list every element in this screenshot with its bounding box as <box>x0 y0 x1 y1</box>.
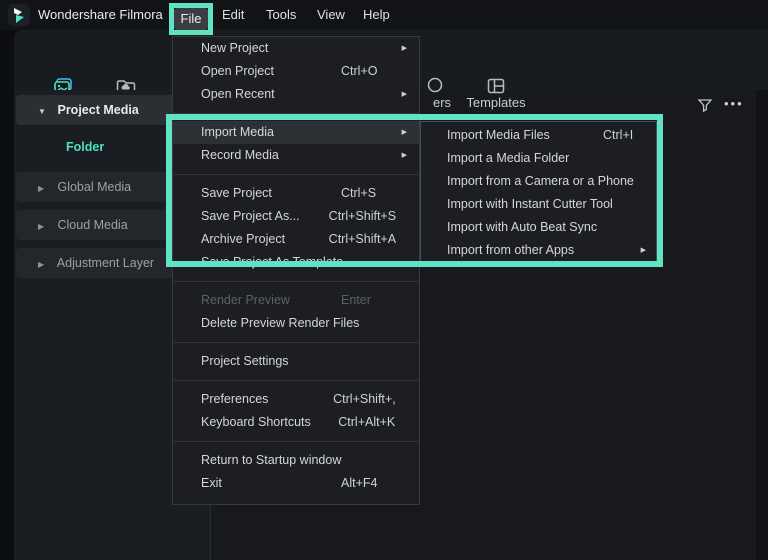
menu-item-render-preview: Render Preview Enter <box>173 289 419 312</box>
import-media-submenu: Import Media Files Ctrl+I Import a Media… <box>420 121 657 262</box>
menu-item-delete-preview-render-files[interactable]: Delete Preview Render Files <box>173 312 419 335</box>
submenu-item-import-with-instant-cutter-tool[interactable]: Import with Instant Cutter Tool <box>421 193 656 216</box>
menu-view[interactable]: View <box>317 0 345 30</box>
collapse-arrow-icon: ▼ <box>38 97 54 127</box>
menu-separator <box>173 335 419 350</box>
expand-arrow-icon: ▶ <box>38 212 54 242</box>
sidebar-label: Project Media <box>57 103 138 117</box>
menu-separator <box>173 274 419 289</box>
menu-item-preferences[interactable]: Preferences Ctrl+Shift+, <box>173 388 419 411</box>
menu-item-save-project-as[interactable]: Save Project As... Ctrl+Shift+S <box>173 205 419 228</box>
sidebar-item-folder[interactable]: Folder <box>66 139 104 155</box>
menu-edit[interactable]: Edit <box>222 0 244 30</box>
submenu-arrow-icon: ▶ <box>395 121 407 144</box>
filter-icon[interactable] <box>697 97 713 113</box>
menu-tools[interactable]: Tools <box>266 0 296 30</box>
menu-item-save-project-as-template[interactable]: Save Project As Template <box>173 251 419 274</box>
menu-item-record-media[interactable]: Record Media ▶ <box>173 144 419 167</box>
menu-item-save-project[interactable]: Save Project Ctrl+S <box>173 182 419 205</box>
menu-item-import-media[interactable]: Import Media ▶ <box>173 121 419 144</box>
submenu-arrow-icon: ▶ <box>395 37 407 60</box>
submenu-item-import-media-files[interactable]: Import Media Files Ctrl+I <box>421 124 656 147</box>
submenu-item-import-with-auto-beat-sync[interactable]: Import with Auto Beat Sync <box>421 216 656 239</box>
menu-separator <box>173 373 419 388</box>
menu-item-new-project[interactable]: New Project ▶ <box>173 37 419 60</box>
submenu-arrow-icon: ▶ <box>634 239 646 262</box>
submenu-arrow-icon: ▶ <box>395 83 407 106</box>
app-title: Wondershare Filmora <box>38 0 163 30</box>
menu-separator <box>173 434 419 449</box>
submenu-arrow-icon: ▶ <box>395 144 407 167</box>
sidebar-label: Global Media <box>57 180 131 194</box>
sidebar-label: Cloud Media <box>57 218 127 232</box>
menu-item-exit[interactable]: Exit Alt+F4 <box>173 472 419 495</box>
menu-file[interactable]: File <box>174 8 208 30</box>
expand-arrow-icon: ▶ <box>38 174 54 204</box>
submenu-item-import-from-other-apps[interactable]: Import from other Apps ▶ <box>421 239 656 262</box>
submenu-item-import-a-media-folder[interactable]: Import a Media Folder <box>421 147 656 170</box>
menu-item-open-recent[interactable]: Open Recent ▶ <box>173 83 419 106</box>
title-bar: Wondershare Filmora File Edit Tools View… <box>0 0 768 30</box>
menu-separator <box>173 167 419 182</box>
menu-separator <box>173 106 419 121</box>
filmora-logo-icon <box>8 4 30 26</box>
menu-item-project-settings[interactable]: Project Settings <box>173 350 419 373</box>
menu-item-return-to-startup-window[interactable]: Return to Startup window <box>173 449 419 472</box>
sidebar-label: Adjustment Layer <box>57 256 154 270</box>
file-menu: New Project ▶ Open Project Ctrl+O Open R… <box>172 36 420 505</box>
menu-item-archive-project[interactable]: Archive Project Ctrl+Shift+A <box>173 228 419 251</box>
menu-help[interactable]: Help <box>363 0 390 30</box>
menu-item-keyboard-shortcuts[interactable]: Keyboard Shortcuts Ctrl+Alt+K <box>173 411 419 434</box>
submenu-item-import-from-camera-or-phone[interactable]: Import from a Camera or a Phone <box>421 170 656 193</box>
window-right-edge <box>756 90 768 560</box>
more-options-icon[interactable]: ••• <box>724 90 744 120</box>
expand-arrow-icon: ▶ <box>38 250 54 280</box>
menu-item-open-project[interactable]: Open Project Ctrl+O <box>173 60 419 83</box>
